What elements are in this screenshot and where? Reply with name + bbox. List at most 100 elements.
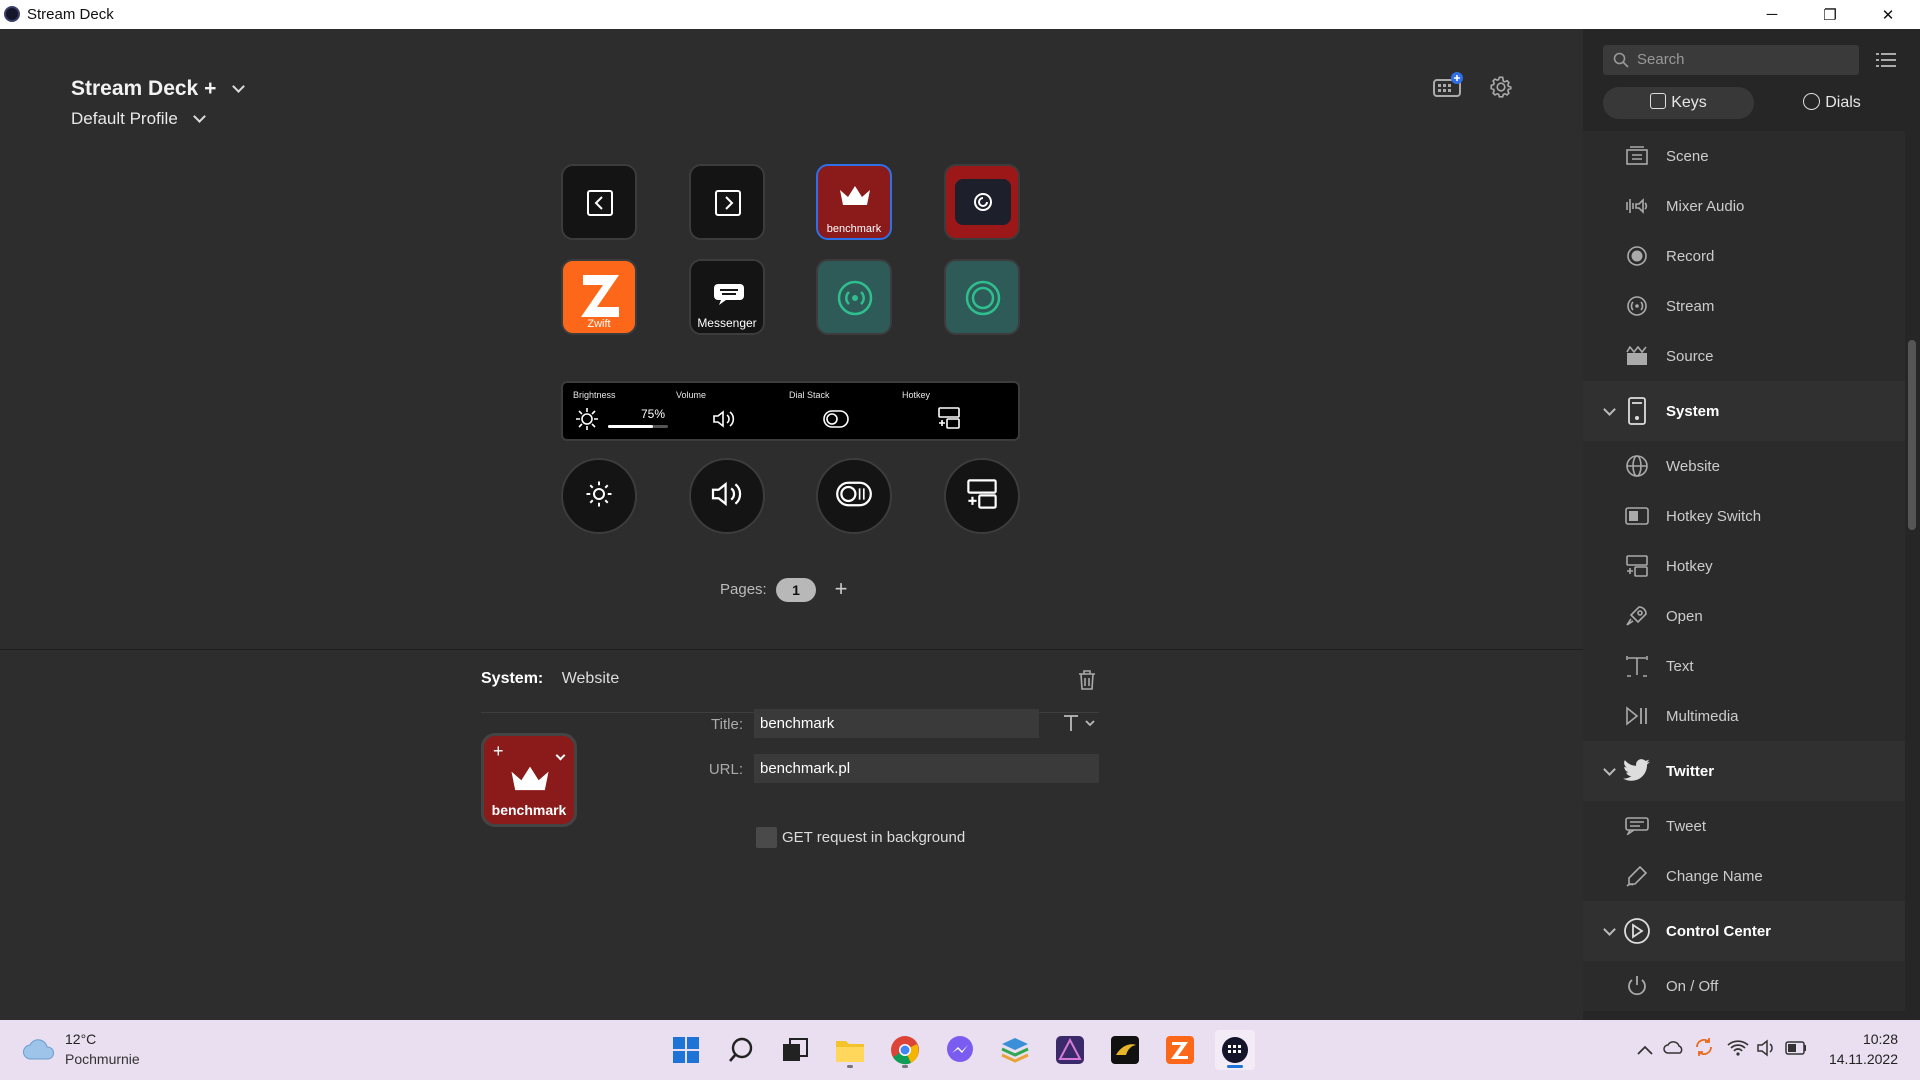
inspector-header: System: Website [481,670,619,688]
main-canvas: Stream Deck + Default Profile benchmark … [0,29,1583,1020]
action-mixer-audio[interactable]: Mixer Audio [1583,181,1905,231]
onedrive-icon[interactable] [1663,1040,1685,1059]
zwift-icon[interactable] [1160,1030,1200,1070]
previous-page-icon [586,189,614,222]
key-previous-page[interactable] [561,164,637,240]
group-control-center[interactable]: Control Center [1583,901,1905,961]
chevron-up-icon[interactable] [1637,1042,1653,1060]
strip-volume[interactable]: Volume [676,383,786,439]
next-page-icon [714,189,742,222]
brightness-dial-icon [584,479,614,514]
active-indicator [1227,1065,1243,1068]
weather-temp[interactable]: 12°C [65,1031,96,1047]
title-label: Title: [711,716,743,733]
key-zwift[interactable]: Zwift [561,259,637,335]
get-request-checkbox[interactable] [756,827,777,848]
gear-icon[interactable] [1488,74,1514,100]
volume-dial-icon [710,480,744,513]
layers-app-icon[interactable] [995,1030,1035,1070]
action-multimedia[interactable]: Multimedia [1583,691,1905,741]
messenger-icon [713,283,745,310]
group-twitter[interactable]: Twitter [1583,741,1905,801]
plus-icon[interactable]: + [493,741,504,762]
taskbar: 12°C Pochmurnie 10:28 14.11.2022 [0,1020,1920,1080]
weather-desc[interactable]: Pochmurnie [65,1051,140,1067]
list-view-icon[interactable] [1876,51,1896,74]
trash-icon[interactable] [1077,669,1097,696]
key-preview[interactable]: + benchmark [481,733,577,827]
strip-brightness[interactable]: Brightness 75% [563,383,673,439]
chevron-down-icon[interactable] [555,746,566,764]
action-on-off[interactable]: On / Off [1583,961,1905,1011]
action-scene[interactable]: Scene [1583,131,1905,181]
action-tweet[interactable]: Tweet [1583,801,1905,851]
search-icon[interactable] [721,1030,761,1070]
sync-icon[interactable] [1694,1037,1714,1062]
title-input[interactable]: benchmark [754,709,1039,738]
affinity-icon[interactable] [1050,1030,1090,1070]
action-record[interactable]: Record [1583,231,1905,281]
page-1-button[interactable]: 1 [776,578,816,602]
key-preview-label: benchmark [491,802,567,818]
tab-dials[interactable]: Dials [1763,87,1901,119]
action-change-name[interactable]: Change Name [1583,851,1905,901]
dial-stack-icon [823,409,849,434]
device-keypad-icon[interactable] [1432,72,1464,100]
chrome-icon[interactable] [885,1030,925,1070]
eagle-app-icon[interactable] [1105,1030,1145,1070]
tab-keys[interactable]: Keys [1603,87,1754,119]
device-name: Stream Deck + [71,77,217,100]
dial-brightness[interactable] [561,458,637,534]
volume-icon[interactable] [1757,1039,1777,1062]
action-website[interactable]: Website [1583,441,1905,491]
action-hotkey[interactable]: Hotkey [1583,541,1905,591]
action-source[interactable]: Source [1583,331,1905,381]
strip-dial-stack[interactable]: Dial Stack [789,383,899,439]
touch-strip[interactable]: Brightness 75% Volume Dial Stack Hotkey [561,381,1020,441]
stream-icon [836,279,874,322]
action-stream[interactable]: Stream [1583,281,1905,331]
sidebar-scrollbar[interactable] [1908,340,1916,530]
messenger-icon[interactable] [940,1030,980,1070]
profile-selector[interactable]: Default Profile [71,109,206,129]
dial-volume[interactable] [689,458,765,534]
restore-button[interactable]: ❐ [1801,0,1859,29]
keys-icon [1650,93,1667,109]
key-record[interactable] [944,259,1020,335]
action-open[interactable]: Open [1583,591,1905,641]
key-elgato[interactable] [944,164,1020,240]
record-icon [964,279,1002,322]
hotkey-switch-icon [1625,504,1649,528]
minimize-button[interactable]: ─ [1743,0,1801,29]
clock-time[interactable]: 10:28 [1830,1031,1898,1047]
clock-date[interactable]: 14.11.2022 [1820,1051,1898,1067]
search-input[interactable]: Search [1603,45,1859,75]
battery-icon[interactable] [1785,1041,1807,1060]
file-explorer-icon[interactable] [830,1030,870,1070]
group-system[interactable]: System [1583,381,1905,441]
wifi-icon[interactable] [1727,1039,1749,1062]
stream-deck-taskbar-icon[interactable] [1215,1030,1255,1070]
key-stream[interactable] [816,259,892,335]
windows-start-icon[interactable] [666,1030,706,1070]
device-selector[interactable]: Stream Deck + [71,77,246,101]
add-page-button[interactable]: + [826,575,856,605]
action-text[interactable]: Text [1583,641,1905,691]
text-format-icon[interactable] [1062,713,1098,738]
action-hotkey-switch[interactable]: Hotkey Switch [1583,491,1905,541]
stream-deck-app-icon [4,6,20,22]
action-category: System: [481,670,544,687]
task-view-icon[interactable] [775,1030,815,1070]
get-request-label: GET request in background [782,829,966,846]
strip-hotkey[interactable]: Hotkey [902,383,1012,439]
crown-icon [509,764,551,799]
key-next-page[interactable] [689,164,765,240]
pages-label: Pages: [720,581,767,598]
url-input[interactable]: benchmark.pl [754,754,1099,783]
key-messenger[interactable]: Messenger [689,259,765,335]
dial-stack[interactable] [816,458,892,534]
key-benchmark[interactable]: benchmark [816,164,892,240]
window-title: Stream Deck [27,6,114,23]
dial-hotkey[interactable] [944,458,1020,534]
close-button[interactable]: ✕ [1859,0,1917,29]
